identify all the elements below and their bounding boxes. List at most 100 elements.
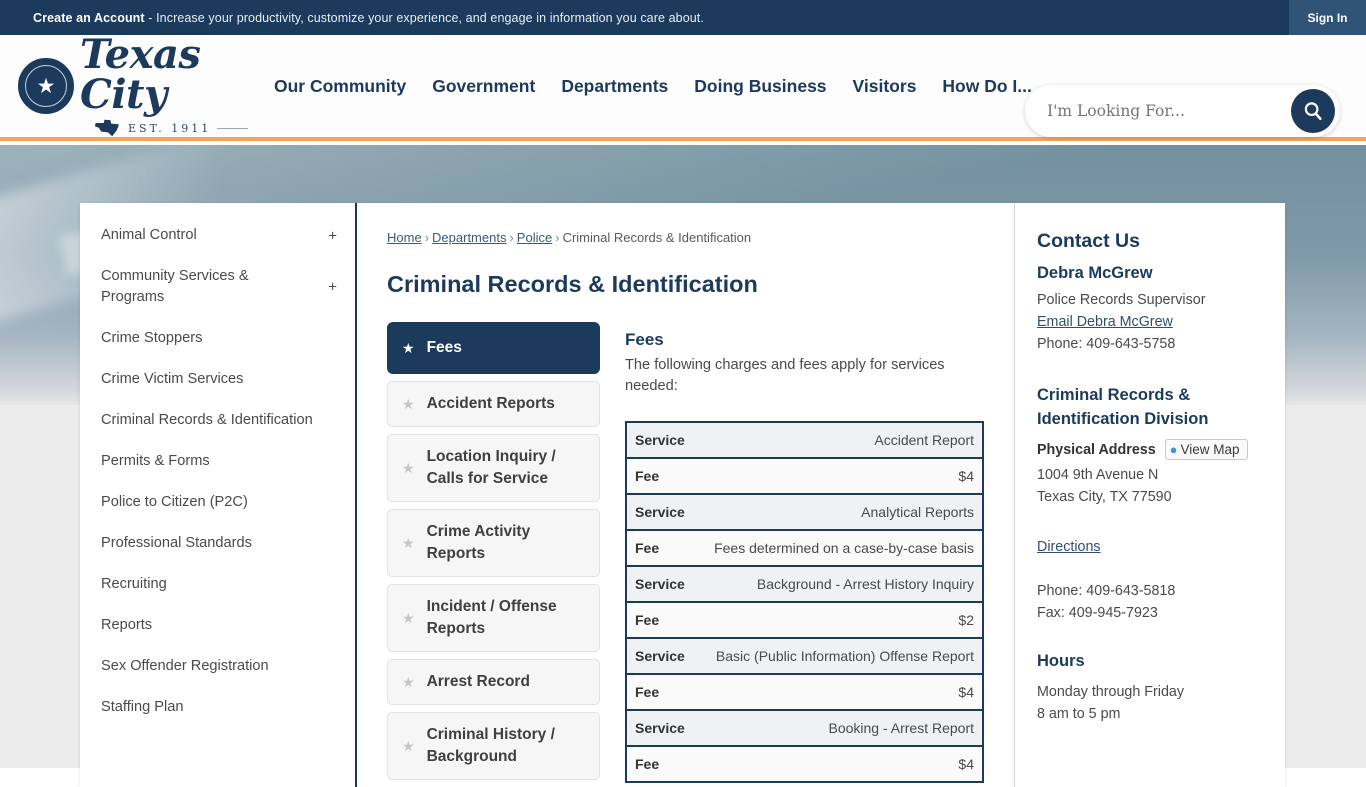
hours-heading: Hours <box>1037 652 1085 670</box>
sidebar-item-community-services-programs[interactable]: Community Services & Programs + <box>80 256 355 318</box>
directions-link[interactable]: Directions <box>1037 536 1101 558</box>
row-header-fee: Fee <box>635 684 660 700</box>
table-row: Fee $2 <box>626 602 983 638</box>
star-icon: ★ <box>402 339 415 356</box>
tab-location-inquiry-calls-for-service[interactable]: ★ Location Inquiry / Calls for Service <box>387 434 600 502</box>
division-fax: Fax: 409-945-7923 <box>1037 605 1158 621</box>
logo-city-name: Texas City <box>80 31 201 118</box>
breadcrumb-police[interactable]: Police <box>517 230 552 245</box>
main-content: Home › Departments › Police › Criminal Records… <box>357 203 1015 787</box>
cell-service-value: Basic (Public Information) Offense Repor… <box>715 648 974 664</box>
cell-fee-value: $2 <box>958 612 974 628</box>
search-icon <box>1304 102 1322 121</box>
city-seal-icon: ★ <box>18 58 74 114</box>
tab-label: Criminal History / Background <box>426 726 555 765</box>
tab-panel-fees: Fees The following charges and fees appl… <box>625 322 984 783</box>
breadcrumb-separator: › <box>509 230 514 245</box>
breadcrumb-departments[interactable]: Departments <box>432 230 506 245</box>
cell-service-value: Accident Report <box>874 432 974 448</box>
sidebar-item-reports[interactable]: Reports <box>80 605 355 646</box>
contact-person-title: Police Records Supervisor <box>1037 292 1206 308</box>
nav-item-our-community[interactable]: Our Community <box>274 76 406 97</box>
tab-criminal-history-background[interactable]: ★ Criminal History / Background <box>387 712 600 780</box>
map-pin-icon: ● <box>1169 442 1178 457</box>
sidebar-item-police-to-citizen[interactable]: Police to Citizen (P2C) <box>80 482 355 523</box>
nav-item-doing-business[interactable]: Doing Business <box>694 76 826 97</box>
tab-label: Location Inquiry / Calls for Service <box>426 448 556 487</box>
sign-in-button[interactable]: Sign In <box>1289 0 1366 35</box>
row-header-service: Service <box>635 648 685 664</box>
row-header-fee: Fee <box>635 468 660 484</box>
tab-accident-reports[interactable]: ★ Accident Reports <box>387 381 600 427</box>
sidebar-item-label: Sex Offender Registration <box>101 658 269 674</box>
sidebar-item-recruiting[interactable]: Recruiting <box>80 564 355 605</box>
sidebar-item-staffing-plan[interactable]: Staffing Plan <box>80 687 355 728</box>
cell-fee-value: Fees determined on a case-by-case basis <box>714 540 974 556</box>
cell-fee-value: $4 <box>958 468 974 484</box>
search-button[interactable] <box>1291 89 1335 133</box>
sidebar-item-crime-stoppers[interactable]: Crime Stoppers <box>80 318 355 359</box>
view-map-button[interactable]: ● View Map <box>1164 439 1248 460</box>
cell-fee-value: $4 <box>958 756 974 772</box>
sidebar-item-label: Police to Citizen (P2C) <box>101 494 248 510</box>
breadcrumb-separator: › <box>555 230 560 245</box>
sidebar-item-permits-forms[interactable]: Permits & Forms <box>80 441 355 482</box>
table-row: Service Booking - Arrest Report <box>626 710 983 746</box>
row-header-service: Service <box>635 504 685 520</box>
tab-list: ★ Fees ★ Accident Reports ★ Location Inq… <box>387 322 600 787</box>
create-account-message[interactable]: Create an Account - Increase your produc… <box>33 11 704 25</box>
sidebar-item-crime-victim-services[interactable]: Crime Victim Services <box>80 359 355 400</box>
create-account-link[interactable]: Create an Account <box>33 11 145 25</box>
sidebar-item-label: Animal Control <box>101 227 197 243</box>
site-logo[interactable]: ★ Texas City EST. 1911 <box>18 35 248 137</box>
expand-icon[interactable]: + <box>328 228 337 243</box>
row-header-service: Service <box>635 432 685 448</box>
sidebar-item-professional-standards[interactable]: Professional Standards <box>80 523 355 564</box>
cell-fee-value: $4 <box>958 684 974 700</box>
tab-fees[interactable]: ★ Fees <box>387 322 600 374</box>
star-icon: ★ <box>402 609 415 626</box>
sidebar-item-label: Permits & Forms <box>101 453 210 469</box>
nav-item-departments[interactable]: Departments <box>561 76 668 97</box>
hours-time: 8 am to 5 pm <box>1037 706 1121 722</box>
hours-days: Monday through Friday <box>1037 684 1185 700</box>
email-contact-link[interactable]: Email Debra McGrew <box>1037 311 1173 333</box>
sidebar-item-label: Staffing Plan <box>101 699 184 715</box>
content-row: ★ Fees ★ Accident Reports ★ Location Inq… <box>387 322 984 787</box>
physical-address-row: Physical Address ● View Map <box>1037 439 1259 460</box>
logo-established-label: EST. 1911 <box>128 121 212 135</box>
main-navigation: Our Community Government Departments Doi… <box>274 76 1032 97</box>
page-container: Animal Control + Community Services & Pr… <box>80 203 1285 787</box>
fees-table: Service Accident Report Fee $4 Service A… <box>625 421 984 783</box>
sidebar-item-criminal-records-identification[interactable]: Criminal Records & Identification <box>80 400 355 441</box>
nav-item-how-do-i[interactable]: How Do I... <box>942 76 1031 97</box>
star-icon: ★ <box>402 534 415 551</box>
star-icon: ★ <box>402 395 415 412</box>
tab-crime-activity-reports[interactable]: ★ Crime Activity Reports <box>387 509 600 577</box>
row-header-service: Service <box>635 720 685 736</box>
logo-established-row: EST. 1911 <box>94 119 248 137</box>
search-input[interactable] <box>1047 102 1291 120</box>
contact-person-name: Debra McGrew <box>1037 264 1153 282</box>
star-icon: ★ <box>402 737 415 754</box>
table-row: Service Background - Arrest History Inqu… <box>626 566 983 602</box>
page-title: Criminal Records & Identification <box>387 271 758 297</box>
table-row: Fee $4 <box>626 746 983 782</box>
tab-label: Incident / Offense Reports <box>426 598 557 637</box>
tab-incident-offense-reports[interactable]: ★ Incident / Offense Reports <box>387 584 600 652</box>
sidebar-item-animal-control[interactable]: Animal Control + <box>80 215 355 256</box>
division-name: Criminal Records & Identification Divisi… <box>1037 386 1209 428</box>
logo-rule <box>217 127 248 129</box>
star-icon: ★ <box>402 673 415 690</box>
address-line-1: 1004 9th Avenue N <box>1037 467 1159 483</box>
expand-icon[interactable]: + <box>328 280 337 295</box>
nav-item-visitors[interactable]: Visitors <box>853 76 917 97</box>
sidebar-item-sex-offender-registration[interactable]: Sex Offender Registration <box>80 646 355 687</box>
row-header-fee: Fee <box>635 756 660 772</box>
tab-arrest-record[interactable]: ★ Arrest Record <box>387 659 600 705</box>
breadcrumb-home[interactable]: Home <box>387 230 422 245</box>
nav-item-government[interactable]: Government <box>432 76 535 97</box>
sidebar-item-label: Reports <box>101 617 153 633</box>
